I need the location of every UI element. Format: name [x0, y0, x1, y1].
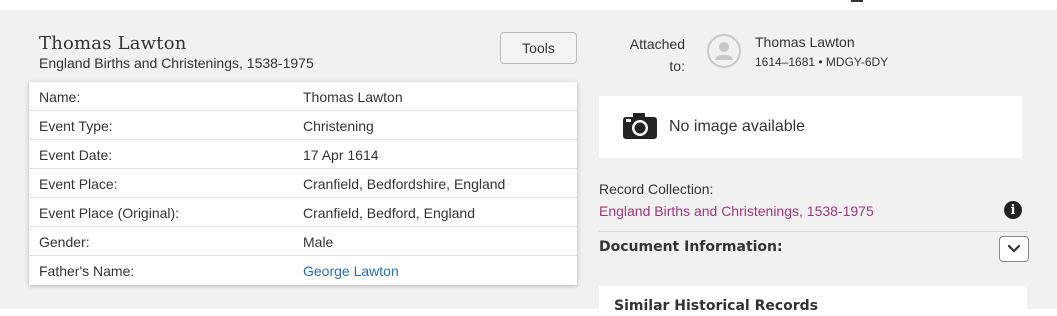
fact-label: Event Date:	[39, 147, 113, 163]
top-edge-mark	[851, 0, 863, 2]
fact-label: Gender:	[39, 234, 90, 250]
fact-value: Cranfield, Bedford, England	[303, 205, 475, 221]
camera-icon	[622, 112, 658, 145]
fact-label: Name:	[39, 89, 81, 105]
fact-value: Male	[303, 234, 334, 250]
attached-person-name[interactable]: Thomas Lawton	[755, 34, 855, 50]
record-title: Thomas Lawton	[39, 33, 187, 54]
fact-row-name: Name: Thomas Lawton	[29, 82, 577, 111]
fact-label: Event Place:	[39, 176, 118, 192]
record-collection-label: Record Collection:	[599, 181, 714, 197]
section-divider	[599, 231, 1028, 232]
expand-document-info-button[interactable]	[999, 236, 1029, 262]
attached-label-line1: Attached	[629, 36, 685, 52]
fact-value: Cranfield, Bedfordshire, England	[303, 176, 506, 192]
fact-value: 17 Apr 1614	[303, 147, 379, 163]
fact-row-event-type: Event Type: Christening	[29, 111, 577, 140]
person-avatar-icon[interactable]	[707, 34, 741, 68]
fact-label: Event Place (Original):	[39, 205, 180, 221]
record-collection-subtitle: England Births and Christenings, 1538-19…	[39, 55, 314, 71]
fact-row-event-place-original: Event Place (Original): Cranfield, Bedfo…	[29, 198, 577, 227]
no-image-panel: No image available	[599, 96, 1022, 158]
fact-label: Father's Name:	[39, 263, 135, 279]
no-image-text: No image available	[669, 118, 806, 135]
info-icon[interactable]: i	[1004, 201, 1022, 219]
fact-row-event-date: Event Date: 17 Apr 1614	[29, 140, 577, 169]
tools-button[interactable]: Tools	[500, 32, 577, 64]
similar-records-title: Similar Historical Records	[614, 298, 819, 314]
attached-to-label: Attached to:	[612, 33, 685, 77]
similar-records-card: Similar Historical Records	[599, 286, 1027, 316]
fact-value: Christening	[303, 118, 374, 134]
record-collection-link[interactable]: England Births and Christenings, 1538-19…	[599, 203, 874, 219]
fact-value: Thomas Lawton	[303, 89, 403, 105]
fact-label: Event Type:	[39, 118, 113, 134]
document-information-heading: Document Information:	[599, 239, 783, 255]
fact-row-fathers-name: Father's Name: George Lawton	[29, 256, 577, 285]
record-facts-table: Name: Thomas Lawton Event Type: Christen…	[29, 82, 577, 285]
chevron-down-icon	[1007, 242, 1021, 257]
attached-label-line2: to:	[669, 58, 685, 74]
fact-row-gender: Gender: Male	[29, 227, 577, 256]
fact-row-event-place: Event Place: Cranfield, Bedfordshire, En…	[29, 169, 577, 198]
father-name-link[interactable]: George Lawton	[303, 263, 399, 279]
attached-person-meta: 1614–1681 • MDGY-6DY	[755, 55, 889, 69]
